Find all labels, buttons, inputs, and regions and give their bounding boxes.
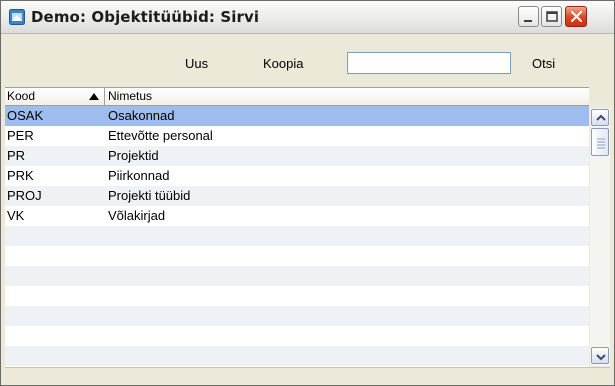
cell-code: OSAK (7, 108, 44, 123)
table-row[interactable]: PER Ettevõtte personal (5, 126, 589, 146)
close-button[interactable] (565, 6, 587, 27)
table-row[interactable]: PRK Piirkonnad (5, 166, 589, 186)
table-row[interactable]: VK Võlakirjad (5, 206, 589, 226)
table-row[interactable]: PROJ Projekti tüübid (5, 186, 589, 206)
chevron-down-icon (596, 354, 606, 361)
status-bar (5, 367, 610, 382)
table-row[interactable] (5, 306, 589, 326)
app-window-icon (9, 9, 25, 25)
toolbar: Uus Koopia Otsi (1, 34, 614, 87)
cell-name: Ettevõtte personal (108, 128, 213, 143)
close-icon (570, 10, 583, 23)
table-row[interactable] (5, 286, 589, 306)
cell-name: Projektid (108, 148, 159, 163)
table-header: Kood Nimetus (5, 88, 589, 106)
table-row[interactable]: PR Projektid (5, 146, 589, 166)
new-button[interactable]: Uus (185, 56, 208, 72)
table-row[interactable] (5, 326, 589, 346)
column-header-label: Nimetus (108, 89, 153, 103)
column-header-nimetus[interactable]: Nimetus (108, 88, 152, 105)
chevron-up-icon (596, 114, 606, 121)
cell-name: Võlakirjad (108, 208, 166, 223)
cell-code: PRK (7, 168, 34, 183)
table-row[interactable] (5, 226, 589, 246)
scroll-down-button[interactable] (591, 347, 609, 364)
minimize-icon (524, 20, 532, 22)
maximize-button[interactable] (541, 6, 562, 27)
table-row[interactable] (5, 246, 589, 266)
object-types-table: Kood Nimetus OSAK Osakonnad PER Ettevõtt… (5, 87, 589, 368)
minimize-button[interactable] (518, 6, 539, 27)
column-divider[interactable] (104, 88, 105, 105)
cell-code: VK (7, 208, 25, 223)
cell-name: Osakonnad (108, 108, 175, 123)
browse-window: Demo: Objektitüübid: Sirvi Uus Koopia Ot… (0, 0, 615, 386)
scroll-thumb[interactable] (591, 128, 609, 156)
cell-code: PER (7, 128, 34, 143)
table-row[interactable]: OSAK Osakonnad (5, 106, 589, 126)
search-input[interactable] (347, 52, 511, 74)
cell-name: Piirkonnad (108, 168, 170, 183)
maximize-icon (546, 11, 558, 22)
sort-ascending-icon (89, 93, 99, 100)
column-header-label: Kood (7, 89, 36, 103)
grip-icon (597, 138, 605, 149)
search-button[interactable]: Otsi (532, 56, 555, 72)
copy-button[interactable]: Koopia (263, 56, 303, 72)
title-bar[interactable]: Demo: Objektitüübid: Sirvi (1, 1, 614, 34)
table-row[interactable] (5, 346, 589, 366)
window-title: Demo: Objektitüübid: Sirvi (31, 8, 260, 26)
scroll-up-button[interactable] (591, 109, 609, 126)
table-row[interactable] (5, 266, 589, 286)
cell-code: PR (7, 148, 26, 163)
cell-code: PROJ (7, 188, 42, 203)
cell-name: Projekti tüübid (108, 188, 191, 203)
vertical-scrollbar[interactable] (590, 108, 610, 366)
